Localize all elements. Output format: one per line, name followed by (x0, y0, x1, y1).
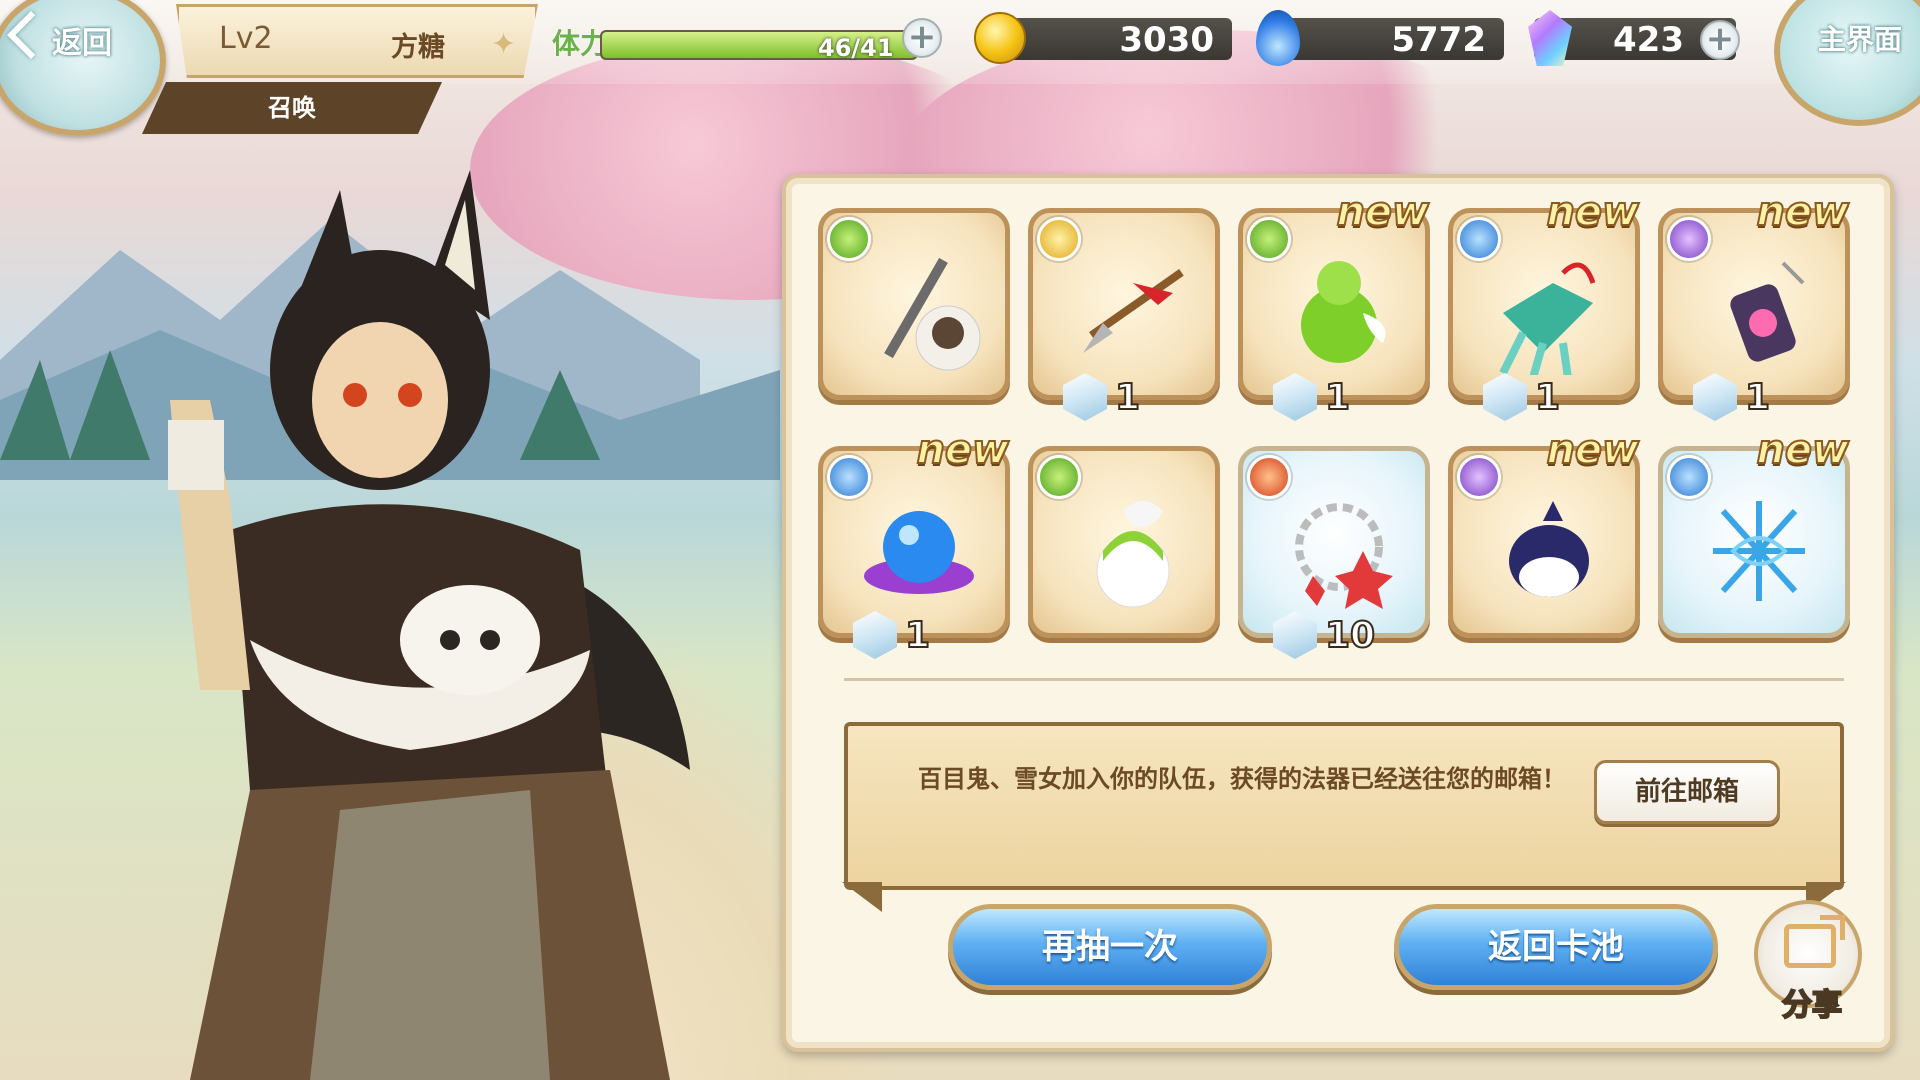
crystal-shard-icon (1063, 373, 1107, 421)
new-badge: new (1755, 426, 1850, 474)
crystal-shard-icon (1693, 373, 1737, 421)
reward-slot-spirit-lantern[interactable]: new 1 (1658, 188, 1850, 421)
back-arrow-icon (6, 10, 56, 60)
staff-with-character-icon (884, 257, 981, 371)
blue-soul-icon (1256, 10, 1300, 66)
share-icon (1784, 915, 1845, 968)
red-ribbon-spear-icon (1083, 269, 1184, 353)
quantity-value: 1 (1114, 376, 1141, 419)
quantity-value: 1 (904, 614, 931, 657)
quantity-value: 10 (1324, 614, 1376, 657)
green-haired-character-icon (1096, 501, 1170, 608)
new-badge: new (1545, 426, 1640, 474)
red-star-chain-icon (1295, 503, 1393, 609)
soul-currency: 5772 (1256, 10, 1504, 66)
reward-slot-green-gourd[interactable]: new 1 (1238, 188, 1430, 421)
share-label: 分享 (1781, 987, 1843, 1024)
back-to-pool-button[interactable]: 返回卡池 (1394, 904, 1718, 990)
reward-slot-green-haired-character[interactable] (1028, 446, 1220, 638)
reward-panel: 1 new 1 new 1 new 1 new 1 10 new new 百目鬼、雪女加入你的队伍，获… (782, 174, 1894, 1052)
add-gem-button[interactable]: + (1700, 20, 1740, 60)
divider (844, 678, 1844, 681)
new-badge: new (1755, 188, 1850, 236)
quantity-value: 1 (1744, 376, 1771, 419)
stamina-value: 46/41 (818, 34, 894, 62)
message-scroll: 百目鬼、雪女加入你的队伍，获得的法器已经送往您的邮箱！ 前往邮箱 (844, 722, 1844, 890)
star-decoration-icon: ✦ (491, 27, 517, 62)
soul-value: 5772 (1391, 20, 1486, 60)
ice-web-icon (1713, 501, 1805, 601)
reward-slot-red-ribbon-spear[interactable]: 1 (1028, 208, 1220, 421)
quantity-value: 1 (1324, 376, 1351, 419)
reward-slot-red-star-chain[interactable]: 10 (1238, 446, 1430, 659)
reward-slot-dark-egg-creature[interactable]: new (1448, 426, 1640, 638)
spirit-lantern-icon (1730, 261, 1805, 362)
gold-value: 3030 (1119, 20, 1214, 60)
reward-message: 百目鬼、雪女加入你的队伍，获得的法器已经送往您的邮箱！ (918, 765, 1566, 793)
character-illustration (168, 170, 690, 1080)
crystal-shard-icon (1273, 373, 1317, 421)
back-label: 返回 (52, 26, 112, 61)
draw-again-button[interactable]: 再抽一次 (948, 904, 1272, 990)
gold-coin-icon (974, 12, 1026, 64)
quantity-value: 1 (1534, 376, 1561, 419)
player-info-plate: Lv2 方糖 ✦ (176, 4, 538, 78)
dark-egg-creature-icon (1509, 501, 1589, 597)
new-badge: new (1335, 188, 1430, 236)
jade-claw-icon (1499, 262, 1596, 375)
share-button[interactable]: 分享 (1754, 900, 1862, 1024)
reward-slot-jade-claw[interactable]: new 1 (1448, 188, 1640, 421)
player-name: 方糖 (391, 32, 445, 63)
go-to-mailbox-button[interactable]: 前往邮箱 (1594, 760, 1780, 824)
reward-slot-staff-with-character[interactable] (818, 208, 1010, 400)
reward-slot-ice-web[interactable]: new (1658, 426, 1850, 638)
reward-slot-blue-orb[interactable]: new 1 (818, 426, 1010, 659)
add-stamina-button[interactable]: + (902, 18, 942, 58)
blue-orb-icon (864, 511, 974, 594)
new-badge: new (915, 426, 1010, 474)
crystal-shard-icon (1273, 611, 1317, 659)
new-badge: new (1545, 188, 1640, 236)
page-title: 召唤 (268, 94, 316, 122)
player-level: Lv2 (219, 21, 273, 56)
gem-value: 423 (1613, 20, 1684, 60)
home-label: 主界面 (1818, 23, 1903, 56)
green-gourd-icon (1301, 261, 1386, 363)
gold-currency: 3030 (974, 12, 1232, 64)
crystal-shard-icon (1483, 373, 1527, 421)
page-title-plate: 召唤 (142, 82, 442, 134)
stamina-bar: 体力 46/41 (548, 22, 948, 62)
crystal-shard-icon (853, 611, 897, 659)
